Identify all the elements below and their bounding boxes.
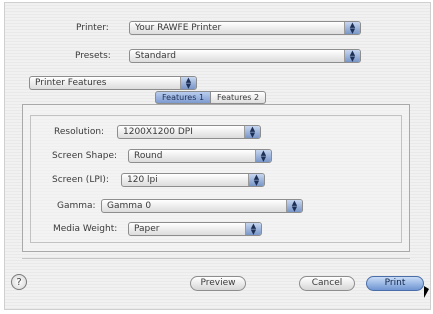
media-weight-label: Media Weight: [53, 224, 118, 234]
media-weight-value: Paper [134, 224, 160, 234]
tab-features-1[interactable]: Features 1 [155, 91, 212, 104]
gamma-label: Gamma: [57, 201, 96, 211]
updown-arrows-icon: ▲ ▼ [255, 150, 271, 162]
gamma-popup[interactable]: Gamma 0 ▲ ▼ [101, 199, 303, 213]
presets-label: Presets: [75, 51, 111, 61]
updown-arrows-icon: ▲ ▼ [245, 223, 261, 235]
question-icon[interactable]: ? [11, 274, 27, 290]
print-button[interactable]: Print [366, 276, 424, 291]
footer-divider [22, 258, 410, 259]
preview-button[interactable]: Preview [190, 276, 246, 291]
mouse-pointer-icon [424, 286, 429, 298]
gamma-value: Gamma 0 [107, 201, 152, 211]
tab-features-2[interactable]: Features 2 [211, 91, 267, 104]
updown-arrows-icon: ▲ ▼ [344, 50, 360, 62]
screen-shape-value: Round [134, 151, 163, 161]
presets-value: Standard [135, 51, 176, 61]
screen-lpi-value: 120 lpi [127, 175, 158, 185]
screen-lpi-popup[interactable]: 120 lpi ▲ ▼ [121, 173, 265, 187]
screen-shape-popup[interactable]: Round ▲ ▼ [128, 149, 272, 163]
updown-arrows-icon: ▲ ▼ [344, 22, 360, 34]
resolution-value: 1200X1200 DPI [123, 127, 193, 137]
updown-arrows-icon: ▲ ▼ [248, 174, 264, 186]
updown-arrows-icon: ▲ ▼ [180, 77, 196, 89]
presets-popup[interactable]: Standard ▲ ▼ [129, 49, 361, 63]
cancel-button[interactable]: Cancel [299, 276, 355, 291]
updown-arrows-icon: ▲ ▼ [286, 200, 302, 212]
resolution-label: Resolution: [54, 127, 105, 137]
printer-label: Printer: [76, 23, 109, 33]
screen-lpi-label: Screen (LPI): [52, 175, 109, 185]
media-weight-popup[interactable]: Paper ▲ ▼ [128, 222, 262, 236]
printer-value: Your RAWFE Printer [135, 23, 222, 33]
section-value: Printer Features [35, 78, 107, 88]
feature-tabs: Features 1 Features 2 [155, 91, 267, 104]
section-popup[interactable]: Printer Features ▲ ▼ [29, 76, 197, 90]
resolution-popup[interactable]: 1200X1200 DPI ▲ ▼ [117, 125, 261, 139]
printer-popup[interactable]: Your RAWFE Printer ▲ ▼ [129, 21, 361, 35]
screen-shape-label: Screen Shape: [52, 151, 118, 161]
updown-arrows-icon: ▲ ▼ [244, 126, 260, 138]
